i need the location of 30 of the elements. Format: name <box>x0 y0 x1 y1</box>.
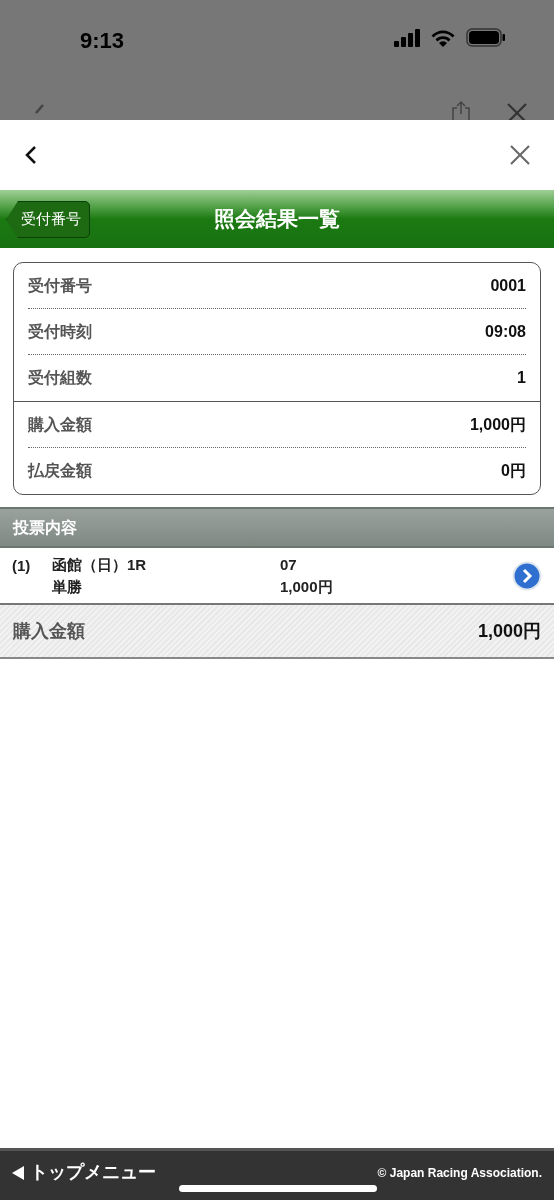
bet-type: 単勝 <box>52 576 83 597</box>
status-time: 9:13 <box>80 27 125 55</box>
copyright-text: © Japan Racing Association. <box>377 1164 542 1182</box>
close-icon[interactable] <box>507 103 527 120</box>
wifi-icon <box>430 28 456 47</box>
race-name: 函館（日）1R <box>52 554 148 575</box>
total-value: 1,000円 <box>477 619 541 643</box>
field-label: 払戻金額 <box>28 461 92 481</box>
vote-number: (1) <box>12 557 31 574</box>
total-label: 購入金額 <box>13 619 85 643</box>
top-menu-link[interactable]: トップメニュー <box>12 1159 156 1186</box>
left-triangle-icon <box>12 1165 24 1180</box>
field-value: 0001 <box>490 275 526 296</box>
field-label: 受付番号 <box>28 275 92 296</box>
page-title: 照会結果一覧 <box>214 206 340 233</box>
field-value: 1 <box>517 368 526 388</box>
back-button[interactable]: 受付番号 <box>6 201 90 238</box>
chevron-icon[interactable] <box>512 560 542 591</box>
field-label: 受付時刻 <box>28 321 92 342</box>
field-label: 受付組数 <box>28 368 92 388</box>
battery-icon <box>466 28 506 47</box>
bet-amount: 1,000円 <box>280 576 334 597</box>
close-icon[interactable] <box>510 145 530 165</box>
field-value: 0円 <box>501 461 526 481</box>
signal-icon <box>394 29 422 47</box>
field-value: 1,000円 <box>469 414 526 435</box>
field-label: 購入金額 <box>28 414 92 435</box>
horse-number: 07 <box>280 554 298 575</box>
field-value: 09:08 <box>485 321 526 342</box>
section-title: 投票内容 <box>13 517 77 538</box>
